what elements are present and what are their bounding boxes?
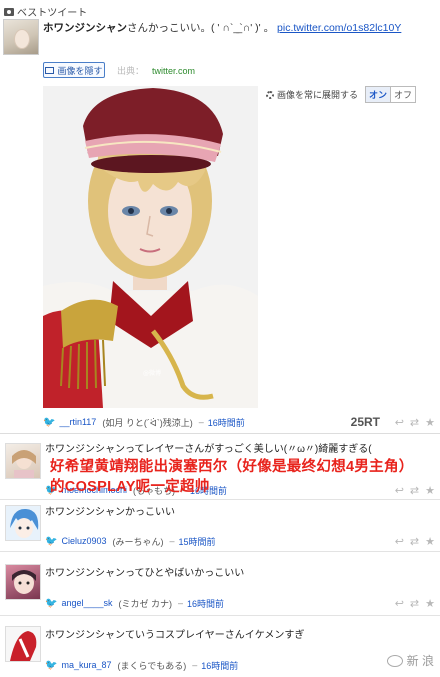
tweet-time[interactable]: 15時間前 — [179, 535, 216, 548]
retweet-icon[interactable]: ⇄ — [410, 416, 419, 429]
tweet-text: ホワンジンシャンかっこいい — [45, 507, 175, 518]
watermark: 新 浪 — [386, 652, 434, 669]
hide-image-button[interactable]: 画像を隠す — [43, 62, 105, 78]
meta-time[interactable]: 16時間前 — [208, 416, 245, 429]
avatar[interactable] — [5, 564, 41, 600]
auto-expand-setting: 画像を常に展開する オン オフ — [266, 86, 417, 103]
auto-expand-label: 画像を常に展開する — [277, 90, 359, 100]
favorite-icon[interactable]: ★ — [425, 597, 435, 610]
best-tweet-meta: 🐦 __rtin117 (如月 りと(´ᐛ`)残涼上) – 16時間前 25RT… — [43, 415, 435, 429]
favorite-icon[interactable]: ★ — [425, 416, 435, 429]
avatar-image — [10, 508, 39, 538]
retweet-icon[interactable]: ⇄ — [410, 597, 419, 610]
list-item: ホワンジンシャンかっこいい 🐦 Cieluz0903 (みーちゃん) – 15時… — [0, 500, 440, 552]
toggle-on[interactable]: オン — [366, 87, 392, 102]
separator: – — [169, 536, 175, 546]
tweet-actions: ↩ ⇄ ★ — [395, 597, 435, 610]
svg-text:@微博: @微博 — [143, 369, 161, 377]
tweet-text: ホワンジンシャンってひとやばいかっこいい — [45, 568, 245, 579]
reply-icon[interactable]: ↩ — [395, 535, 404, 548]
separator: – — [198, 417, 204, 427]
weibo-icon — [386, 654, 403, 667]
image-icon — [45, 66, 55, 74]
tweet-nickname: (まくらでもある) — [117, 660, 187, 671]
source-label: 出典： — [117, 66, 145, 76]
twitter-bird-icon: 🐦 — [45, 597, 58, 609]
twitter-bird-icon: 🐦 — [45, 659, 58, 671]
list-item: ホワンジンシャンってひとやばいかっこいい 🐦 angel____sk (ミカゼ … — [0, 552, 440, 616]
meta-nickname: (如月 りと(´ᐛ`)残涼上) — [102, 417, 193, 428]
tweet-text: ホワンジンシャンってレイヤーさんがすっごく美しい(〃ω〃)綺麗すぎる( — [45, 444, 372, 455]
avatar[interactable] — [5, 626, 41, 662]
overlay-line-2: 的COSPLAY呢一定超帅 — [50, 479, 210, 496]
camera-icon — [4, 7, 14, 16]
watermark-text: 新 浪 — [406, 654, 434, 668]
tweet-body: さんかっこいい。( ' ∩`_̲`∩' )' 。 — [127, 22, 275, 34]
tweet-actions: ↩ ⇄ ★ — [395, 416, 435, 429]
auto-expand-toggle[interactable]: オン オフ — [365, 86, 417, 103]
avatar-image — [10, 631, 37, 661]
tweet-username[interactable]: Cieluz0903 — [61, 536, 106, 546]
retweet-icon[interactable]: ⇄ — [410, 535, 419, 548]
avatar[interactable] — [5, 443, 41, 479]
reply-icon[interactable]: ↩ — [395, 597, 404, 610]
tweet-actions: ↩ ⇄ ★ — [395, 535, 435, 548]
tweet-text: ホワンジンシャンていうコスプレイヤーさんイケメンすぎ — [45, 630, 305, 641]
meta-username[interactable]: __rtin117 — [59, 417, 96, 427]
tweet-username[interactable]: ma_kura_87 — [61, 660, 111, 670]
tweet-time[interactable]: 16時間前 — [201, 659, 238, 672]
overlay-line-1: 好希望黄靖翔能出演塞西尔（好像是最终幻想4男主角） — [50, 459, 414, 475]
favorite-icon[interactable]: ★ — [425, 535, 435, 548]
tweet-meta: 🐦 angel____sk (ミカゼ カナ) – 16時間前 ↩ ⇄ ★ — [45, 596, 435, 611]
best-tweet: ホワンジンシャンさんかっこいい。( ' ∩`_̲`∩' )' 。 pic.twi… — [0, 16, 440, 434]
source: 出典： twitter.com — [117, 64, 195, 77]
tweet-meta: 🐦 ma_kura_87 (まくらでもある) – 16時間前 — [45, 658, 295, 672]
hide-image-label: 画像を隠す — [57, 65, 103, 76]
avatar[interactable] — [5, 505, 41, 541]
tweet-nickname: (ミカゼ カナ) — [118, 598, 173, 609]
twitter-bird-icon: 🐦 — [45, 535, 58, 547]
tweet-meta: 🐦 Cieluz0903 (みーちゃん) – 15時間前 ↩ ⇄ ★ — [45, 534, 435, 549]
source-value[interactable]: twitter.com — [152, 66, 195, 76]
overlay-caption: 好希望黄靖翔能出演塞西尔（好像是最终幻想4男主角） 的COSPLAY呢一定超帅 — [50, 457, 435, 498]
tweet-user[interactable]: ホワンジンシャン — [43, 22, 127, 34]
tweet-time[interactable]: 16時間前 — [187, 597, 224, 610]
avatar-image — [12, 570, 36, 594]
cosplay-photo: @微博 — [43, 86, 258, 408]
best-tweet-text: ホワンジンシャンさんかっこいい。( ' ∩`_̲`∩' )' 。 pic.twi… — [43, 20, 401, 35]
tweet-nickname: (みーちゃん) — [112, 536, 164, 547]
separator: – — [178, 598, 184, 608]
separator: – — [192, 660, 198, 670]
list-item: ホワンジンシャンていうコスプレイヤーさんイケメンすぎ 🐦 ma_kura_87 … — [0, 616, 440, 677]
toggle-off[interactable]: オフ — [391, 87, 416, 102]
retweet-count: 25RT — [350, 415, 380, 429]
twitter-bird-icon: 🐦 — [43, 416, 56, 428]
avatar-image — [12, 450, 36, 478]
gear-icon[interactable] — [266, 90, 274, 99]
tweet-photo[interactable]: @微博 — [43, 86, 258, 408]
avatar[interactable] — [3, 19, 39, 55]
tweet-username[interactable]: angel____sk — [61, 598, 112, 608]
tweet-link[interactable]: pic.twitter.com/o1s82lc10Y — [277, 22, 401, 34]
reply-icon[interactable]: ↩ — [395, 416, 404, 429]
